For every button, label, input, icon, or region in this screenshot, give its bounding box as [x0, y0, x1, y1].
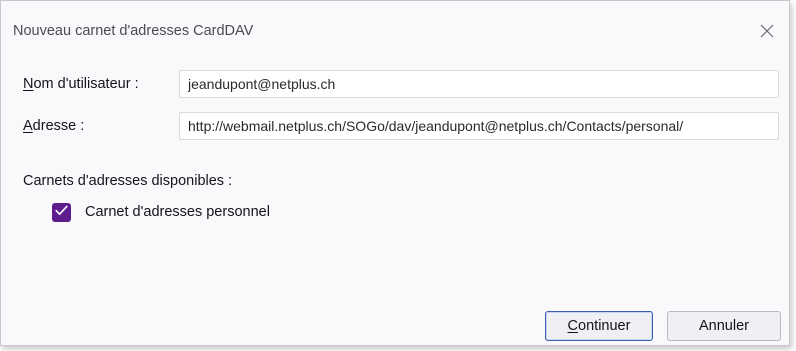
username-row: Nom d'utilisateur :	[23, 70, 181, 98]
checkmark-icon	[55, 203, 68, 221]
cancel-button[interactable]: Annuler	[667, 311, 781, 341]
available-books-heading: Carnets d'adresses disponibles :	[23, 173, 233, 189]
address-book-item[interactable]: Carnet d'adresses personnel	[52, 201, 270, 223]
title-bar: Nouveau carnet d'adresses CardDAV	[1, 1, 789, 59]
username-field[interactable]	[179, 70, 779, 98]
window-title: Nouveau carnet d'adresses CardDAV	[13, 23, 254, 39]
close-button[interactable]	[753, 19, 781, 43]
continue-button[interactable]: Continuer	[545, 311, 653, 341]
address-row: Adresse :	[23, 112, 181, 140]
cardDAV-dialog: Nouveau carnet d'adresses CardDAV Nom d'…	[0, 0, 790, 346]
address-field[interactable]	[179, 112, 779, 140]
address-book-label: Carnet d'adresses personnel	[85, 204, 270, 220]
address-label: Adresse :	[23, 118, 85, 134]
close-icon	[760, 24, 774, 38]
address-book-checkbox[interactable]	[52, 202, 71, 222]
username-label: Nom d'utilisateur :	[23, 76, 139, 92]
